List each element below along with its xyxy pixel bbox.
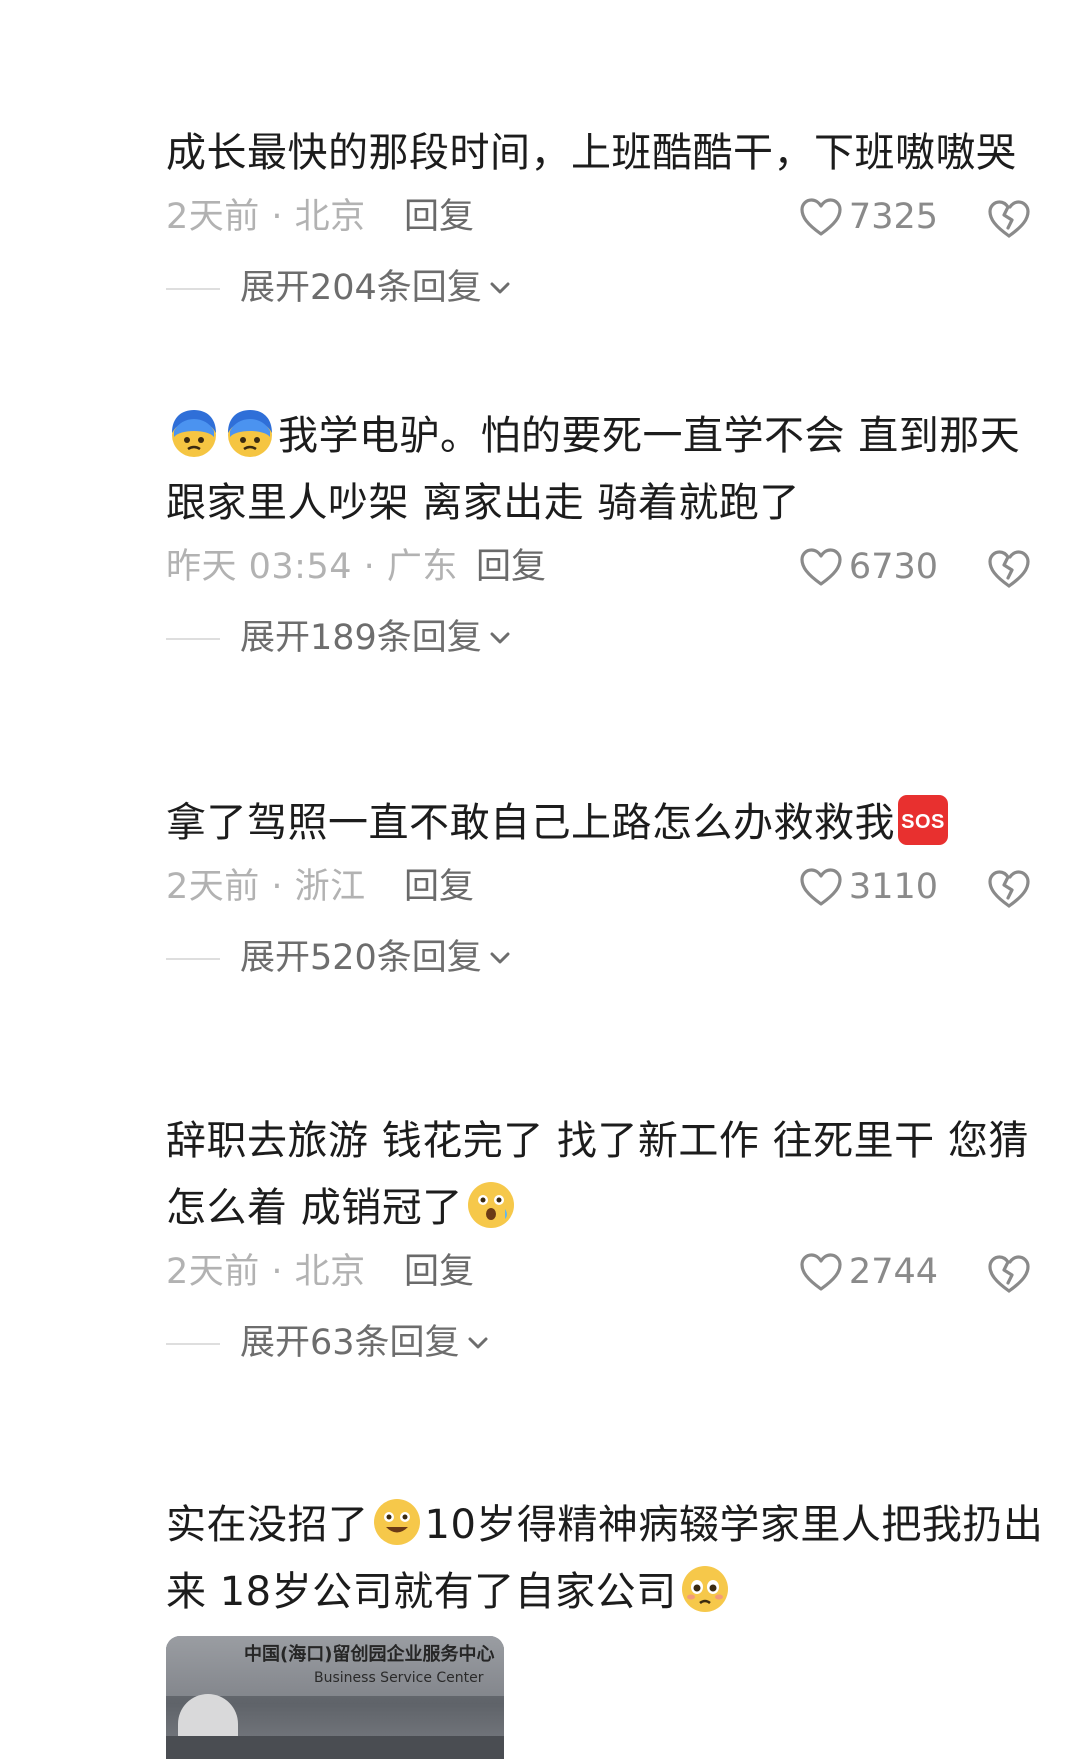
like-button[interactable]: 3110 — [788, 857, 938, 917]
expand-replies-text: 展开204条回复 — [240, 268, 482, 308]
like-count: 7325 — [848, 197, 938, 237]
like-button[interactable]: 6730 — [788, 537, 938, 597]
reply-button[interactable]: 回复 — [404, 857, 474, 917]
reply-button[interactable]: 回复 — [404, 1242, 474, 1302]
like-button[interactable]: 7325 — [788, 187, 938, 247]
heart-icon — [800, 548, 842, 586]
comment-image-thumbnail[interactable]: 中国(海口)留创园企业服务中心 Business Service Center — [166, 1636, 504, 1759]
expand-replies-text: 展开63条回复 — [240, 1323, 460, 1363]
comment-text-segment: 我学电驴。怕的要死一直学不会 直到那天跟家里人吵架 离家出走 骑着就跑了 — [166, 413, 1021, 526]
expand-replies-text: 展开189条回复 — [240, 618, 482, 658]
comment-item: 成长最快的那段时间，上班酷酷干，下班嗷嗷哭 2天前 · 北京 回复 7325 展… — [166, 120, 1046, 315]
divider-line — [166, 958, 220, 960]
comment-text: 实在没招了 10岁得精神病辍学家里人把我扔出来 18岁公司就有了自家公司 — [166, 1492, 1046, 1626]
thumbnail-floor — [166, 1736, 504, 1759]
comment-item: 辞职去旅游 钱花完了 找了新工作 往死里干 您猜怎么着 成销冠了 2天前 · 北… — [166, 1108, 1046, 1370]
thumbnail-sign-text: 中国(海口)留创园企业服务中心 — [244, 1644, 495, 1665]
expand-replies-button[interactable]: 展开189条回复 — [166, 611, 1046, 665]
like-count: 3110 — [848, 867, 938, 907]
comment-text-segment: 成长最快的那段时间，上班酷酷干，下班嗷嗷哭 — [166, 130, 1017, 176]
comment-text: 我学电驴。怕的要死一直学不会 直到那天跟家里人吵架 离家出走 骑着就跑了 — [166, 403, 1046, 537]
comment-time-location: 2天前 · 北京 — [166, 1252, 366, 1292]
surprised-face-emoji — [467, 1182, 514, 1228]
chevron-down-icon — [468, 1337, 488, 1349]
comment-item: 实在没招了 10岁得精神病辍学家里人把我扔出来 18岁公司就有了自家公司 — [166, 1492, 1046, 1626]
expand-replies-label: 展开63条回复 — [240, 1316, 490, 1370]
heart-icon — [800, 868, 842, 906]
anxious-blue-face-emoji — [228, 410, 272, 457]
comment-text-segment: 拿了驾照一直不敢自己上路怎么办救救我 — [166, 800, 895, 846]
divider-line — [166, 638, 220, 640]
expand-replies-text: 展开520条回复 — [240, 938, 482, 978]
comment-item: 拿了驾照一直不敢自己上路怎么办救救我 SOS 2天前 · 浙江 回复 3110 … — [166, 790, 1046, 985]
chevron-down-icon — [490, 632, 510, 644]
thumbnail-sign-subtext: Business Service Center — [314, 1670, 484, 1686]
expand-replies-button[interactable]: 展开520条回复 — [166, 931, 1046, 985]
comment-item: 我学电驴。怕的要死一直学不会 直到那天跟家里人吵架 离家出走 骑着就跑了 昨天 … — [166, 403, 1046, 665]
expand-replies-label: 展开204条回复 — [240, 261, 512, 315]
comment-text: 拿了驾照一直不敢自己上路怎么办救救我 SOS — [166, 790, 1046, 857]
like-count: 6730 — [848, 547, 938, 587]
heart-icon — [800, 1253, 842, 1291]
expand-replies-label: 展开189条回复 — [240, 611, 512, 665]
comment-text: 辞职去旅游 钱花完了 找了新工作 往死里干 您猜怎么着 成销冠了 — [166, 1108, 1046, 1242]
heart-icon — [800, 198, 842, 236]
comment-meta: 2天前 · 北京 回复 2744 — [166, 1242, 1046, 1302]
dislike-broken-heart-icon[interactable] — [986, 1250, 1032, 1296]
comment-time-location: 昨天 03:54 · 广东 — [166, 547, 458, 587]
like-count: 2744 — [848, 1252, 938, 1292]
dislike-broken-heart-icon[interactable] — [986, 545, 1032, 591]
comment-time-location: 2天前 · 浙江 — [166, 867, 366, 907]
divider-line — [166, 288, 220, 290]
comment-meta: 昨天 03:54 · 广东 回复 6730 — [166, 537, 1046, 597]
comment-time-location: 2天前 · 北京 — [166, 197, 366, 237]
dislike-broken-heart-icon[interactable] — [986, 195, 1032, 241]
expand-replies-button[interactable]: 展开63条回复 — [166, 1316, 1046, 1370]
reply-button[interactable]: 回复 — [476, 537, 546, 597]
like-button[interactable]: 2744 — [788, 1242, 938, 1302]
chevron-down-icon — [490, 282, 510, 294]
dislike-broken-heart-icon[interactable] — [986, 865, 1032, 911]
chevron-down-icon — [490, 952, 510, 964]
comment-meta: 2天前 · 北京 回复 7325 — [166, 187, 1046, 247]
anxious-blue-face-emoji — [172, 410, 216, 457]
sos-badge-text: SOS — [901, 811, 945, 833]
comment-text-segment: 辞职去旅游 钱花完了 找了新工作 往死里干 您猜怎么着 成销冠了 — [166, 1118, 1029, 1231]
comment-text: 成长最快的那段时间，上班酷酷干，下班嗷嗷哭 — [166, 120, 1046, 187]
comment-meta: 2天前 · 浙江 回复 3110 — [166, 857, 1046, 917]
grinning-face-emoji — [373, 1499, 420, 1545]
pleading-face-emoji — [681, 1566, 728, 1612]
divider-line — [166, 1343, 220, 1345]
comment-text-segment: 实在没招了 — [166, 1502, 369, 1548]
reply-button[interactable]: 回复 — [404, 187, 474, 247]
expand-replies-button[interactable]: 展开204条回复 — [166, 261, 1046, 315]
expand-replies-label: 展开520条回复 — [240, 931, 512, 985]
sos-button-emoji: SOS — [898, 795, 948, 845]
